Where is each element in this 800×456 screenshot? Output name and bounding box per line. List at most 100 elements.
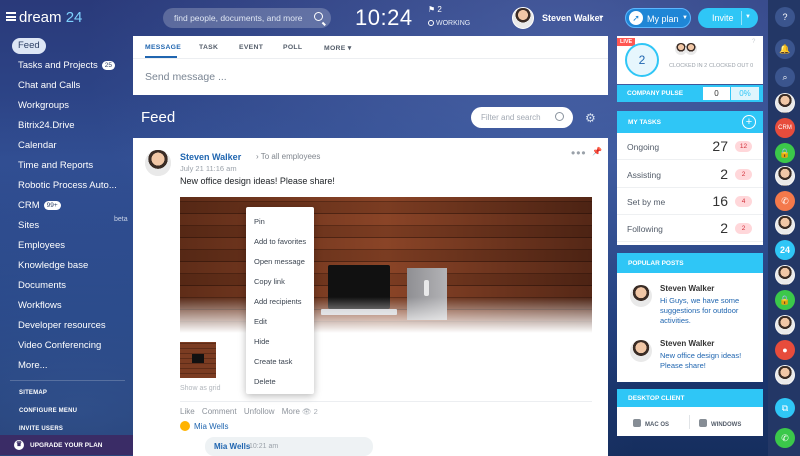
commenter-avatar[interactable] <box>145 150 171 176</box>
menu-item-developer[interactable]: Developer resources <box>12 318 112 334</box>
menu-item-knowledge-base[interactable]: Knowledge base <box>12 258 94 274</box>
bitrix24-icon[interactable]: 24 <box>775 240 795 260</box>
invite-users-link[interactable]: INVITE USERS <box>19 426 63 432</box>
company-pulse[interactable]: COMPANY PULSE 0 0% <box>617 85 763 102</box>
notifications-icon[interactable]: 🔔 <box>775 39 795 59</box>
lock-icon[interactable]: 🔒 <box>775 143 795 163</box>
post-recipients[interactable]: › To all employees <box>256 152 320 161</box>
menu-item-documents[interactable]: Documents <box>12 278 72 294</box>
help-icon[interactable]: ? <box>752 39 755 45</box>
menu-item-workgroups[interactable]: Workgroups <box>12 98 75 114</box>
menu-create-task[interactable]: Create task <box>254 357 292 366</box>
menu-item-tasks[interactable]: Tasks and Projects 25 <box>12 58 121 74</box>
post-image[interactable]: ⌄ <box>180 197 592 333</box>
post-actions: Like Comment Unfollow More <box>180 407 305 416</box>
more-link[interactable]: More <box>282 407 300 416</box>
configure-menu-link[interactable]: CONFIGURE MENU <box>19 408 77 414</box>
sitemap-link[interactable]: SITEMAP <box>19 390 47 396</box>
menu-add-recipients[interactable]: Add recipients <box>254 297 302 306</box>
message-input[interactable]: Send message ... <box>145 71 227 83</box>
liked-by[interactable]: Mia Wells <box>180 421 229 431</box>
search-input[interactable]: find people, documents, and more <box>163 8 331 28</box>
contact-avatar[interactable] <box>775 166 795 186</box>
phone-icon[interactable]: ✆ <box>775 428 795 448</box>
tab-more[interactable]: MORE ▾ <box>324 44 352 52</box>
menu-hide[interactable]: Hide <box>254 337 269 346</box>
popular-post[interactable]: Steven Walker New office design ideas! P… <box>617 330 763 380</box>
active-tab-indicator <box>145 56 177 58</box>
gear-icon[interactable]: ⚙ <box>585 111 596 125</box>
search-icon[interactable]: ⌕ <box>775 67 795 87</box>
task-row-following[interactable]: Following 2 2 <box>617 215 763 242</box>
help-icon[interactable]: ? <box>775 7 795 27</box>
upgrade-button[interactable]: ♛ UPGRADE YOUR PLAN <box>0 435 133 455</box>
add-task-icon[interactable]: + <box>742 115 756 129</box>
clock[interactable]: 10:24 <box>355 5 413 31</box>
search-icon[interactable] <box>555 112 564 121</box>
contact-avatar[interactable] <box>775 315 795 335</box>
contact-avatar[interactable] <box>775 365 795 385</box>
pin-icon[interactable]: 📌 <box>592 147 602 156</box>
menu-edit[interactable]: Edit <box>254 317 267 326</box>
tab-message[interactable]: MESSAGE <box>145 44 181 51</box>
menu-item-drive[interactable]: Bitrix24.Drive <box>12 118 81 134</box>
menu-item-rpa[interactable]: Robotic Process Auto... <box>12 178 123 194</box>
menu-item-sites[interactable]: Sites <box>12 218 45 234</box>
like-link[interactable]: Like <box>180 407 195 416</box>
lock-icon[interactable]: 🔒 <box>775 290 795 310</box>
popular-post[interactable]: Steven Walker Hi Guys, we have some sugg… <box>617 275 763 325</box>
crm-icon[interactable]: CRM <box>775 118 795 138</box>
my-plan-button[interactable]: ➚ My plan ▼ <box>625 8 691 28</box>
apple-icon <box>633 419 641 427</box>
widget-title[interactable]: MY TASKS <box>628 119 661 126</box>
menu-delete[interactable]: Delete <box>254 377 276 386</box>
contact-avatar[interactable] <box>775 215 795 235</box>
contact-avatar[interactable] <box>775 265 795 285</box>
menu-item-time-reports[interactable]: Time and Reports <box>12 158 99 174</box>
comment-link[interactable]: Comment <box>202 407 237 416</box>
task-row-set-by-me[interactable]: Set by me 16 4 <box>617 188 763 215</box>
task-row-ongoing[interactable]: Ongoing 27 12 <box>617 133 763 160</box>
menu-add-favorites[interactable]: Add to favorites <box>254 237 306 246</box>
invite-button[interactable]: Invite ▼ <box>698 8 758 28</box>
tab-task[interactable]: TASK <box>199 44 218 51</box>
tab-poll[interactable]: POLL <box>283 44 302 51</box>
task-row-assisting[interactable]: Assisting 2 2 <box>617 161 763 188</box>
menu-open-message[interactable]: Open message <box>254 257 305 266</box>
chevron-down-icon[interactable]: ▼ <box>745 14 751 20</box>
phone-icon[interactable]: ✆ <box>775 191 795 211</box>
post-author[interactable]: Steven Walker <box>180 152 241 162</box>
show-as-grid-link[interactable]: Show as grid <box>180 385 220 392</box>
menu-item-feed[interactable]: Feed <box>12 38 46 54</box>
image-thumbnail[interactable] <box>180 342 216 378</box>
menu-copy-link[interactable]: Copy link <box>254 277 285 286</box>
windows-download-link[interactable]: WINDOWS <box>699 419 741 428</box>
contact-avatar[interactable] <box>775 93 795 113</box>
menu-item-crm[interactable]: CRM 99+ <box>12 198 67 214</box>
post-date[interactable]: July 21 11:16 am <box>180 164 237 173</box>
menu-item-more[interactable]: More... <box>12 358 54 374</box>
menu-item-workflows[interactable]: Workflows <box>12 298 68 314</box>
open-lines-icon[interactable]: ⧉ <box>775 398 795 418</box>
flag-icon[interactable]: ⚑ 2 <box>428 5 442 14</box>
work-status[interactable]: WORKING <box>428 20 470 27</box>
comment-bubble: Mia Wells 10:21 am <box>205 437 373 456</box>
tab-event[interactable]: EVENT <box>239 44 263 51</box>
more-options-icon[interactable]: ••• <box>571 146 587 160</box>
menu-item-chat[interactable]: Chat and Calls <box>12 78 86 94</box>
chat-icon[interactable]: ● <box>775 340 795 360</box>
menu-pin[interactable]: Pin <box>254 217 265 226</box>
crown-icon: ♛ <box>14 440 24 450</box>
menu-item-calendar[interactable]: Calendar <box>12 138 63 154</box>
filter-search-input[interactable]: Filter and search <box>471 107 573 128</box>
logo[interactable]: dream 24 <box>19 9 82 26</box>
menu-item-video[interactable]: Video Conferencing <box>12 338 107 354</box>
menu-item-employees[interactable]: Employees <box>12 238 71 254</box>
avatar <box>512 7 534 29</box>
widget-title: POPULAR POSTS <box>628 260 684 267</box>
menu-toggle-icon[interactable] <box>6 12 16 21</box>
unfollow-link[interactable]: Unfollow <box>244 407 275 416</box>
timeman-widget[interactable]: LIVE 2 CLOCKED IN 2 CLOCKED OUT 0 ? <box>617 36 763 84</box>
mac-download-link[interactable]: MAC OS <box>633 419 669 428</box>
search-icon[interactable] <box>314 12 323 21</box>
